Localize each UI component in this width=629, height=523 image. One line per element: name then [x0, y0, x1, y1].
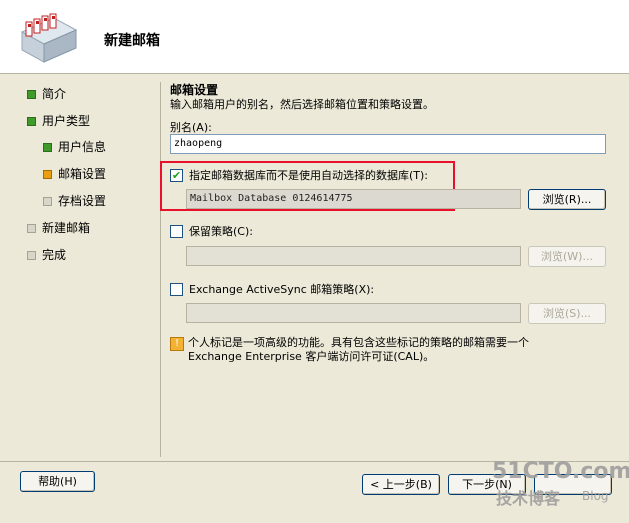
nav-step-label: 用户类型: [42, 114, 91, 128]
activesync-checkbox-row[interactable]: Exchange ActiveSync 邮箱策略(X):: [170, 281, 374, 297]
section-description: 输入邮箱用户的别名，然后选择邮箱位置和策略设置。: [170, 98, 434, 111]
info-icon: !: [170, 337, 184, 351]
alias-input[interactable]: zhaopeng: [170, 134, 606, 154]
database-field[interactable]: Mailbox Database 0124614775: [186, 189, 521, 209]
wizard-header: 新建邮箱: [0, 0, 629, 74]
help-button[interactable]: 帮助(H): [20, 471, 95, 492]
info-line-2: Exchange Enterprise 客户端访问许可证(CAL)。: [188, 350, 435, 363]
back-button[interactable]: < 上一步(B): [362, 474, 440, 495]
info-line-1: 个人标记是一项高级的功能。具有包含这些标记的策略的邮箱需要一个: [188, 336, 529, 349]
mailbox-stack-icon: [20, 13, 78, 63]
retention-checkbox[interactable]: [170, 224, 183, 238]
step-current-icon: [43, 169, 52, 179]
nav-step-label: 简介: [42, 87, 67, 101]
activesync-checkbox[interactable]: [170, 282, 183, 296]
nav-step-label: 新建邮箱: [42, 221, 91, 235]
nav-step-archive-settings[interactable]: 存档设置: [43, 193, 106, 209]
activesync-checkbox-label: Exchange ActiveSync 邮箱策略(X):: [189, 283, 375, 296]
nav-divider: [160, 82, 161, 457]
wizard-step-nav: 简介 用户类型 用户信息 邮箱设置 存档设置 新建邮箱 完成: [0, 74, 160, 464]
step-pending-icon: [43, 196, 52, 206]
database-checkbox[interactable]: ✔: [170, 168, 183, 182]
nav-step-intro[interactable]: 简介: [27, 86, 66, 102]
nav-step-user-info[interactable]: 用户信息: [43, 139, 106, 155]
nav-step-user-type[interactable]: 用户类型: [27, 113, 90, 129]
nav-step-label: 存档设置: [58, 194, 107, 208]
nav-step-complete[interactable]: 完成: [27, 247, 66, 263]
database-checkbox-row[interactable]: ✔ 指定邮箱数据库而不是使用自动选择的数据库(T):: [170, 167, 428, 183]
footer-divider: [0, 461, 629, 462]
step-pending-icon: [27, 250, 36, 260]
database-checkbox-label: 指定邮箱数据库而不是使用自动选择的数据库(T):: [189, 169, 429, 182]
cancel-button[interactable]: [534, 474, 612, 495]
nav-step-label: 用户信息: [58, 140, 107, 154]
activesync-field: [186, 303, 521, 323]
step-done-icon: [27, 89, 36, 99]
step-pending-icon: [27, 223, 36, 233]
browse-activesync-button[interactable]: 浏览(S)...: [528, 303, 606, 324]
nav-step-label: 邮箱设置: [58, 167, 107, 181]
nav-step-mailbox-settings[interactable]: 邮箱设置: [43, 166, 106, 182]
retention-checkbox-row[interactable]: 保留策略(C):: [170, 223, 253, 239]
info-note: 个人标记是一项高级的功能。具有包含这些标记的策略的邮箱需要一个 Exchange…: [188, 336, 529, 364]
retention-field: [186, 246, 521, 266]
wizard-title: 新建邮箱: [104, 33, 160, 49]
step-done-icon: [27, 116, 36, 126]
step-done-icon: [43, 142, 52, 152]
nav-step-new-mailbox[interactable]: 新建邮箱: [27, 220, 90, 236]
next-button[interactable]: 下一步(N): [448, 474, 526, 495]
browse-retention-button[interactable]: 浏览(W)...: [528, 246, 606, 267]
browse-database-button[interactable]: 浏览(R)...: [528, 189, 606, 210]
alias-label: 别名(A):: [170, 121, 212, 134]
nav-step-label: 完成: [42, 248, 67, 262]
retention-checkbox-label: 保留策略(C):: [189, 225, 253, 238]
